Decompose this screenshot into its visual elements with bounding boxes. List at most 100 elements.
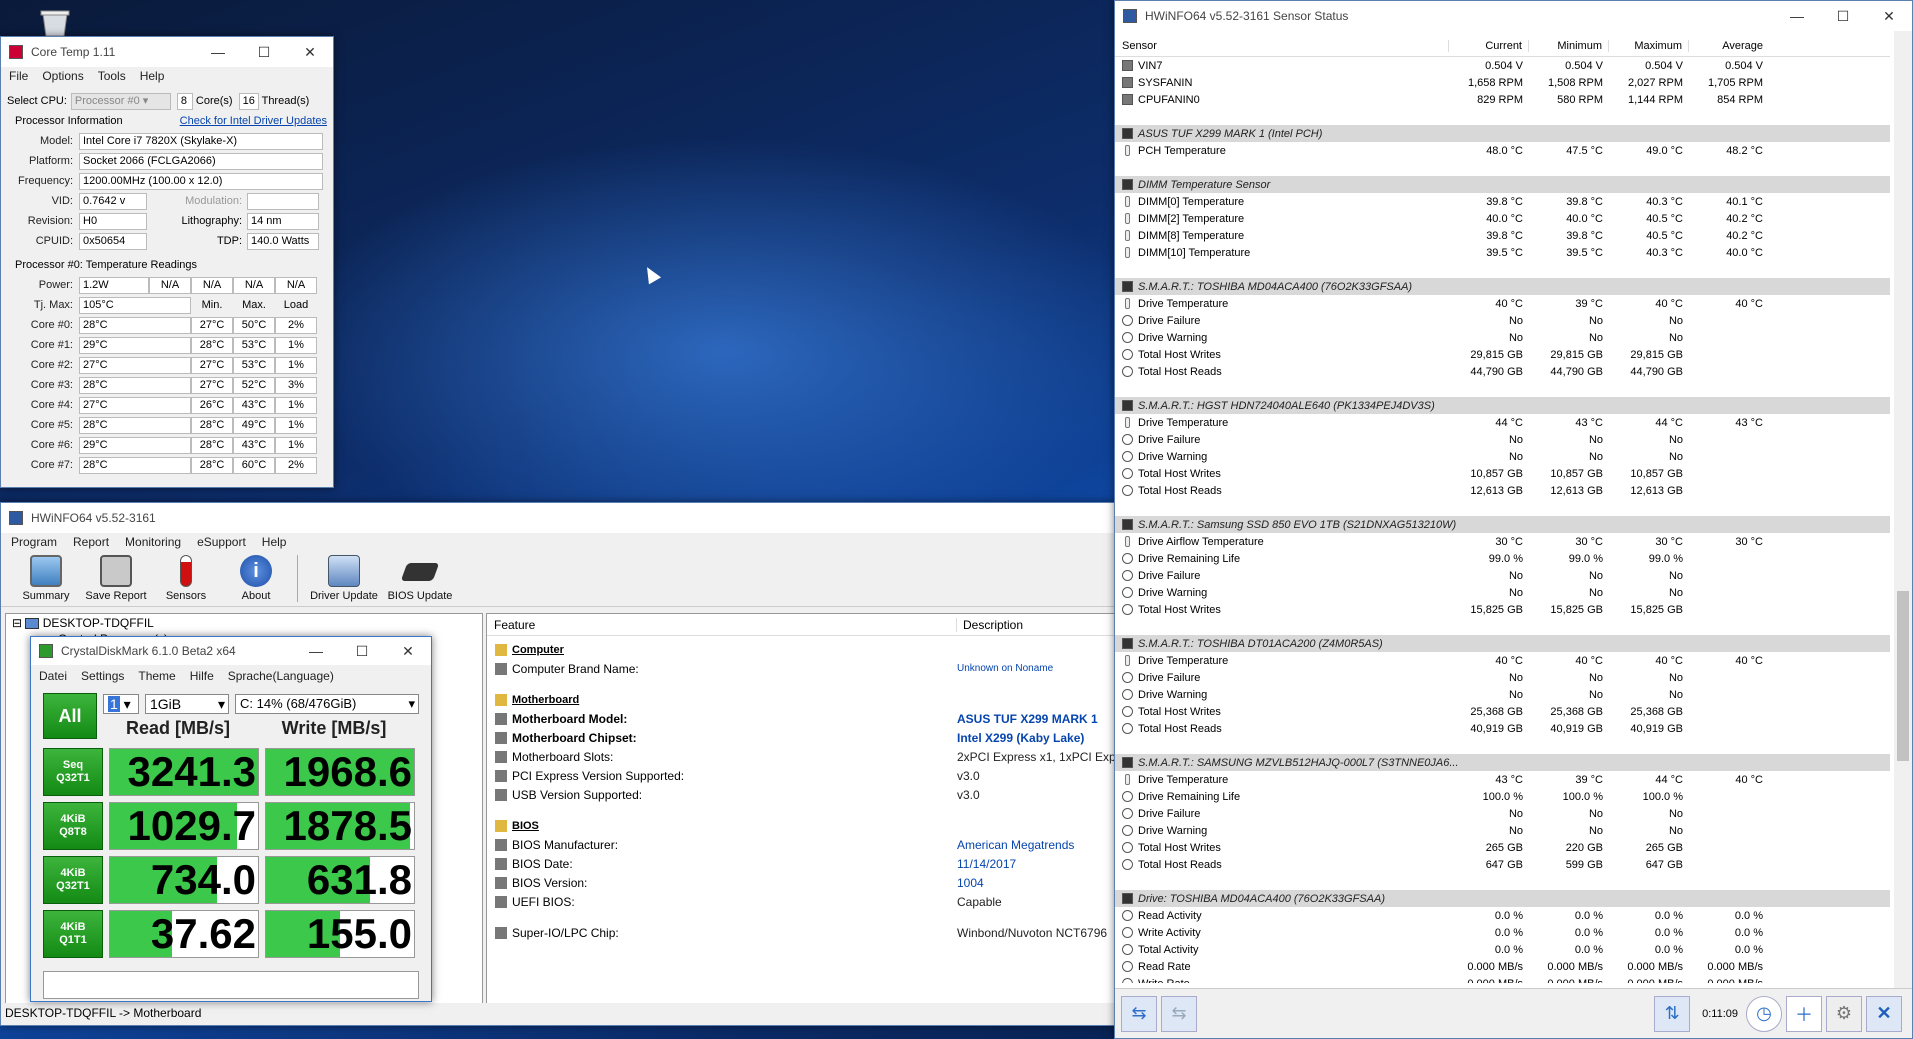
feature-row[interactable]: Computer [487,640,1117,659]
close-icon[interactable]: ✕ [385,643,431,660]
sensor-row[interactable]: Drive Failure No No No [1115,312,1890,329]
feature-row[interactable]: BIOS Manufacturer: American Megatrends [487,835,1117,854]
settings-gear-icon[interactable]: ⚙ [1826,995,1862,1032]
sensor-row[interactable]: Total Host Reads 44,790 GB 44,790 GB 44,790… [1115,363,1890,380]
feature-row[interactable]: UEFI BIOS: Capable [487,892,1117,911]
scrollbar-thumb[interactable] [1897,591,1909,761]
cdm-titlebar[interactable]: CrystalDiskMark 6.1.0 Beta2 x64 — ☐ ✕ [31,637,431,665]
all-button[interactable]: All [43,693,97,739]
sensor-row[interactable]: DIMM[10] Temperature 39.5 °C 39.5 °C 40.3 °… [1115,244,1890,261]
menu-options[interactable]: Options [42,69,83,83]
sensor-row[interactable]: Drive Warning No No No [1115,822,1890,839]
sensor-row[interactable]: Total Host Writes 25,368 GB 25,368 GB 25,36… [1115,703,1890,720]
sensor-row[interactable]: Drive Remaining Life 100.0 % 100.0 % 100.0 … [1115,788,1890,805]
menu-help[interactable]: Help [140,69,165,83]
sensor-group-header[interactable]: DIMM Temperature Sensor [1115,176,1890,193]
sensor-row[interactable]: PCH Temperature 48.0 °C 47.5 °C 49.0 °C 48.2… [1115,142,1890,159]
sensor-row[interactable]: CPUFANIN0 829 RPM 580 RPM 1,144 RPM 854 RPM [1115,91,1890,108]
sensor-group-header[interactable]: S.M.A.R.T.: HGST HDN724040ALE640 (PK1334… [1115,397,1890,414]
menu-hilfe[interactable]: Hilfe [190,669,214,683]
feature-row[interactable]: Motherboard Model: ASUS TUF X299 MARK 1 [487,709,1117,728]
sensor-row[interactable]: Total Host Writes 10,857 GB 10,857 GB 10,85… [1115,465,1890,482]
sensor-row[interactable]: Total Host Writes 29,815 GB 29,815 GB 29,81… [1115,346,1890,363]
sensor-row[interactable]: DIMM[2] Temperature 40.0 °C 40.0 °C 40.5 °C… [1115,210,1890,227]
count-select[interactable]: 1 ▾ [103,693,139,714]
about-button[interactable]: i About [221,555,291,602]
sensor-scrollbar[interactable] [1894,31,1912,991]
maximize-icon[interactable]: ☐ [1820,8,1866,25]
sensor-row[interactable]: Drive Failure No No No [1115,805,1890,822]
sensor-titlebar[interactable]: HWiNFO64 v5.52-3161 Sensor Status — ☐ ✕ [1115,1,1912,31]
sensor-row[interactable]: Total Host Reads 647 GB 599 GB 647 GB [1115,856,1890,873]
col-average[interactable]: Average [1689,40,1769,52]
col-minimum[interactable]: Minimum [1529,39,1609,52]
feature-row[interactable]: Motherboard Chipset: Intel X299 (Kaby Lak… [487,728,1117,747]
minimize-icon[interactable]: — [195,44,241,61]
sensor-row[interactable]: Drive Temperature 40 °C 40 °C 40 °C 40 °C [1115,652,1890,669]
size-select[interactable]: 1GiB ▾ [145,693,229,714]
col-maximum[interactable]: Maximum [1609,39,1689,52]
sensor-row[interactable]: Drive Warning No No No [1115,686,1890,703]
feature-row[interactable]: Super-IO/LPC Chip: Winbond/Nuvoton NCT679… [487,923,1117,942]
sensor-row[interactable]: Drive Temperature 44 °C 43 °C 44 °C 43 °C [1115,414,1890,431]
sensor-row[interactable]: Total Activity 0.0 % 0.0 % 0.0 % 0.0 % [1115,941,1890,958]
driver-update-button[interactable]: Driver Update [304,555,384,602]
sensor-row[interactable]: Drive Airflow Temperature 30 °C 30 °C 30 °C… [1115,533,1890,550]
feature-row[interactable]: Computer Brand Name: Unknown on Noname [487,659,1117,678]
add-report-icon[interactable]: ＋ [1786,995,1822,1032]
close-icon[interactable]: ✕ [287,44,333,61]
sensor-row[interactable]: DIMM[0] Temperature 39.8 °C 39.8 °C 40.3 °C… [1115,193,1890,210]
menu-program[interactable]: Program [11,535,57,549]
maximize-icon[interactable]: ☐ [241,44,287,61]
sensor-row[interactable]: Read Activity 0.0 % 0.0 % 0.0 % 0.0 % [1115,907,1890,924]
feature-row[interactable]: PCI Express Version Supported: v3.0 [487,766,1117,785]
save-report-button[interactable]: Save Report [81,555,151,602]
maximize-icon[interactable]: ☐ [339,643,385,660]
drive-select[interactable]: C: 14% (68/476GiB) ▾ [235,693,419,714]
tree-root[interactable]: ⊟ DESKTOP-TDQFFIL [6,614,482,632]
menu-settings[interactable]: Settings [81,669,124,683]
sensor-row[interactable]: Drive Warning No No No [1115,584,1890,601]
close-icon[interactable]: ✕ [1866,8,1912,25]
sensor-row[interactable]: Drive Failure No No No [1115,567,1890,584]
sensor-row[interactable]: DIMM[8] Temperature 39.8 °C 39.8 °C 40.5 °C… [1115,227,1890,244]
sensors-button[interactable]: Sensors [151,555,221,602]
test-button[interactable]: 4KiB Q32T1 [43,856,103,904]
sensor-group-header[interactable]: S.M.A.R.T.: TOSHIBA MD04ACA400 (76O2K33G… [1115,278,1890,295]
sensor-row[interactable]: Drive Failure No No No [1115,431,1890,448]
nav-right-icon[interactable]: ⇆ [1161,995,1197,1032]
menu-datei[interactable]: Datei [39,669,67,683]
col-current[interactable]: Current [1449,39,1529,52]
driver-update-link[interactable]: Check for Intel Driver Updates [180,115,327,127]
sensor-row[interactable]: Drive Temperature 43 °C 39 °C 44 °C 40 °C [1115,771,1890,788]
sensor-row[interactable]: Drive Temperature 40 °C 39 °C 40 °C 40 °C [1115,295,1890,312]
sensor-row[interactable]: Drive Failure No No No [1115,669,1890,686]
menu-tools[interactable]: Tools [98,69,126,83]
sensor-row[interactable]: Total Host Writes 15,825 GB 15,825 GB 15,82… [1115,601,1890,618]
sensor-group-header[interactable]: S.M.A.R.T.: SAMSUNG MZVLB512HAJQ-000L7 (… [1115,754,1890,771]
feature-row[interactable]: Motherboard Slots: 2xPCI Express x1, 1xPC… [487,747,1117,766]
feature-row[interactable]: USB Version Supported: v3.0 [487,785,1117,804]
col-sensor[interactable]: Sensor [1115,39,1449,52]
test-button[interactable]: 4KiB Q1T1 [43,910,103,958]
test-button[interactable]: Seq Q32T1 [43,748,103,796]
summary-button[interactable]: Summary [11,555,81,602]
feature-row[interactable]: BIOS Version: 1004 [487,873,1117,892]
menu-language[interactable]: Sprache(Language) [228,669,334,683]
bios-update-button[interactable]: BIOS Update [384,555,456,602]
sensor-row[interactable]: Read Rate 0.000 MB/s 0.000 MB/s 0.000 MB/s 0… [1115,958,1890,975]
cpu-select[interactable]: Processor #0 ▾ [70,92,171,110]
network-icon[interactable]: ⇅ [1654,995,1691,1032]
feature-row[interactable]: Motherboard [487,690,1117,709]
comment-field[interactable] [43,971,419,999]
sensor-row[interactable]: Total Host Reads 40,919 GB 40,919 GB 40,919… [1115,720,1890,737]
sensor-row[interactable]: Total Host Reads 12,613 GB 12,613 GB 12,613… [1115,482,1890,499]
menu-esupport[interactable]: eSupport [197,535,246,549]
coretemp-titlebar[interactable]: Core Temp 1.11 — ☐ ✕ [1,37,333,67]
menu-report[interactable]: Report [73,535,109,549]
minimize-icon[interactable]: — [1774,8,1820,25]
feature-row[interactable]: BIOS Date: 11/14/2017 [487,854,1117,873]
hwinfo-main-titlebar[interactable]: HWiNFO64 v5.52-3161 [1,503,1116,533]
sensor-row[interactable]: Write Activity 0.0 % 0.0 % 0.0 % 0.0 % [1115,924,1890,941]
sensor-group-header[interactable]: ASUS TUF X299 MARK 1 (Intel PCH) [1115,125,1890,142]
